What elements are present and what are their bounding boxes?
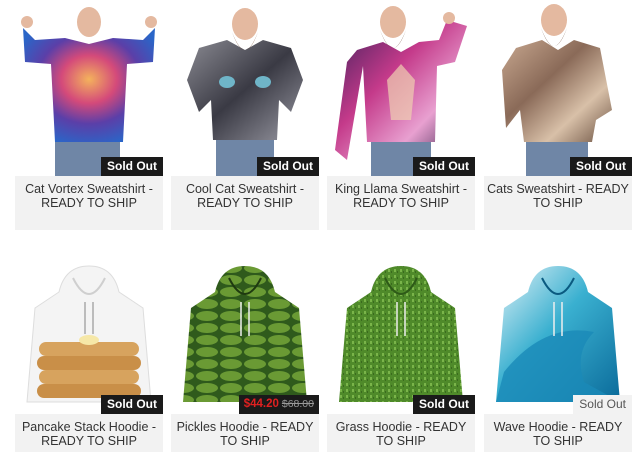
product-image[interactable] — [15, 262, 163, 414]
sold-out-badge: Sold Out — [570, 157, 632, 176]
product-title[interactable]: Cool Cat Sweatshirt - READY TO SHIP — [171, 176, 319, 230]
product-image[interactable] — [484, 0, 632, 176]
product-image[interactable] — [484, 262, 632, 414]
product-image[interactable] — [327, 262, 475, 414]
original-price: $68.00 — [281, 398, 314, 410]
sale-price: $44.20 — [243, 398, 279, 410]
product-grid: Sold Out Cat Vortex Sweatshirt - READY T… — [0, 0, 640, 452]
product-image[interactable] — [171, 0, 319, 176]
sold-out-badge: Sold Out — [413, 157, 475, 176]
product-image[interactable] — [171, 262, 319, 414]
product-title[interactable]: Grass Hoodie - READY TO SHIP — [327, 414, 475, 452]
sold-out-badge: Sold Out — [257, 157, 319, 176]
sold-out-badge: Sold Out — [413, 395, 475, 414]
product-image[interactable] — [15, 0, 163, 176]
product-image[interactable] — [327, 0, 475, 176]
sold-out-badge: Sold Out — [101, 395, 163, 414]
sale-price-badge: $44.20 $68.00 — [238, 395, 319, 414]
product-title[interactable]: Cats Sweatshirt - READY TO SHIP — [484, 176, 632, 230]
product-title[interactable]: Pickles Hoodie - READY TO SHIP — [171, 414, 319, 452]
product-title[interactable]: Wave Hoodie - READY TO SHIP — [484, 414, 632, 452]
product-title[interactable]: King Llama Sweatshirt - READY TO SHIP — [327, 176, 475, 230]
sold-out-badge: Sold Out — [573, 395, 632, 414]
product-title[interactable]: Cat Vortex Sweatshirt - READY TO SHIP — [15, 176, 163, 230]
product-title[interactable]: Pancake Stack Hoodie - READY TO SHIP — [15, 414, 163, 452]
sold-out-badge: Sold Out — [101, 157, 163, 176]
